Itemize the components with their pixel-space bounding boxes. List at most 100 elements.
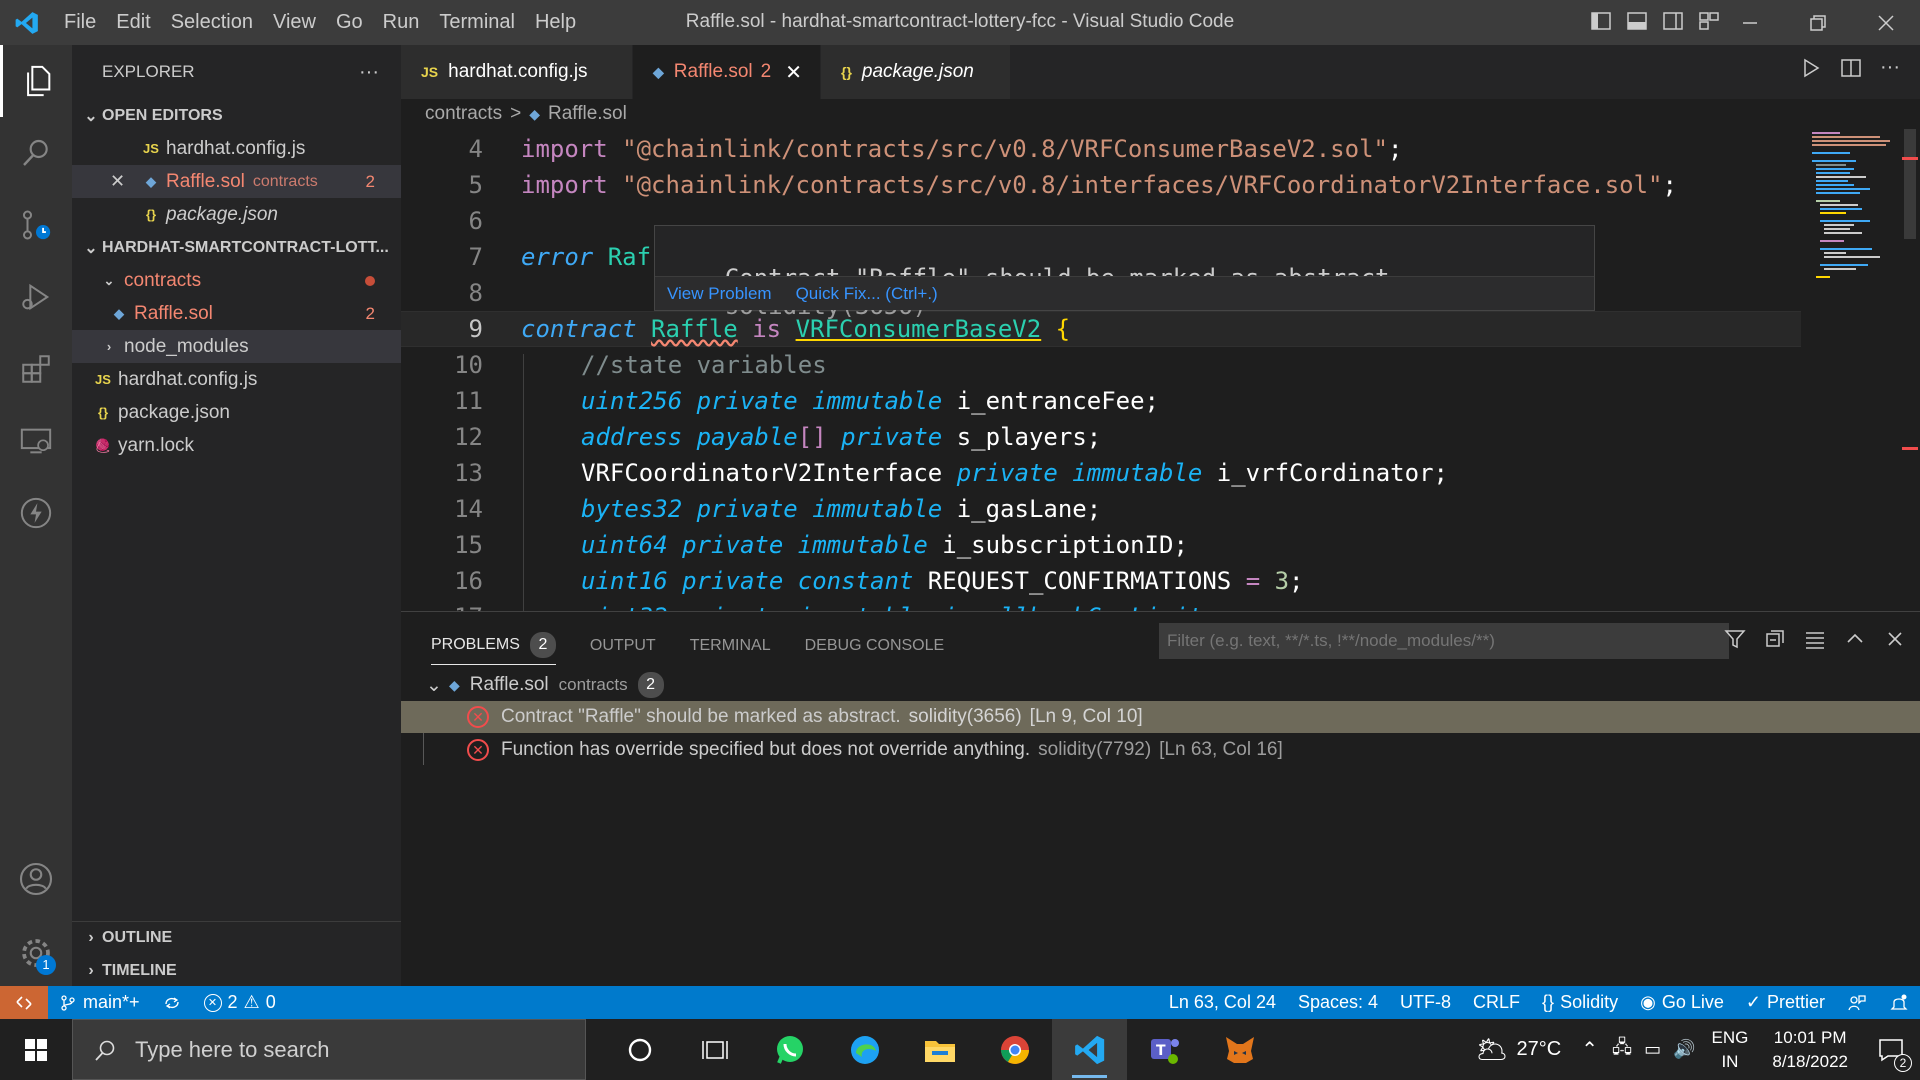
thunder-client-activity[interactable]: [0, 477, 72, 549]
menu-run[interactable]: Run: [373, 11, 430, 34]
language-mode[interactable]: {} Solidity: [1531, 992, 1629, 1013]
problem-item[interactable]: ✕ Function has override specified but do…: [401, 734, 1920, 766]
explorer-activity[interactable]: [0, 45, 72, 117]
run-icon[interactable]: [1800, 57, 1822, 79]
menu-file[interactable]: File: [54, 11, 106, 34]
quick-fix-link[interactable]: Quick Fix... (Ctrl+.): [796, 284, 938, 304]
clock[interactable]: 10:01 PM 8/18/2022: [1758, 1026, 1862, 1074]
view-as-list-icon[interactable]: [1804, 628, 1826, 650]
encoding[interactable]: UTF-8: [1389, 992, 1462, 1013]
toggle-panel-icon[interactable]: [1626, 10, 1648, 32]
teams-app[interactable]: T: [1127, 1019, 1202, 1080]
menu-help[interactable]: Help: [525, 11, 586, 34]
weather-widget[interactable]: 🌥 27°C: [1464, 1034, 1574, 1065]
more-actions-icon[interactable]: ···: [1880, 57, 1900, 79]
json-file-icon: {}: [841, 64, 852, 80]
chevron-up-icon[interactable]: ⌃: [1573, 1037, 1606, 1062]
close-window-button[interactable]: [1852, 0, 1920, 45]
problems-indicator[interactable]: ✕ 2 ⚠ 0: [193, 992, 287, 1013]
minimap[interactable]: [1810, 129, 1900, 299]
project-header[interactable]: ⌄ HARDHAT-SMARTCONTRACT-LOTT...: [72, 231, 401, 264]
tab-debug-console[interactable]: DEBUG CONSOLE: [805, 637, 945, 655]
outline-header[interactable]: › OUTLINE: [72, 921, 401, 954]
taskbar-search[interactable]: Type here to search: [72, 1019, 586, 1080]
tree-folder-node-modules[interactable]: › node_modules: [72, 330, 401, 363]
sync-indicator[interactable]: [151, 994, 193, 1012]
tab-hardhat-config[interactable]: JS hardhat.config.js: [401, 45, 633, 99]
open-editor-raffle[interactable]: ✕ ◆ Raffle.sol contracts 2: [72, 165, 401, 198]
timeline-header[interactable]: › TIMELINE: [72, 954, 401, 987]
split-editor-icon[interactable]: [1840, 57, 1862, 79]
breadcrumb-file[interactable]: Raffle.sol: [548, 103, 627, 125]
menu-terminal[interactable]: Terminal: [429, 11, 525, 34]
collapse-all-icon[interactable]: [1764, 628, 1786, 650]
branch-indicator[interactable]: main*+: [48, 992, 151, 1013]
whatsapp-app[interactable]: [752, 1019, 827, 1080]
tree-file-hardhat-config[interactable]: JS hardhat.config.js: [72, 363, 401, 396]
tab-terminal[interactable]: TERMINAL: [690, 637, 771, 655]
problems-file-group[interactable]: ⌄ ◆ Raffle.sol contracts 2: [419, 669, 664, 701]
file-explorer-app[interactable]: [902, 1019, 977, 1080]
chevron-down-icon: ⌄: [103, 272, 115, 288]
edge-app[interactable]: [827, 1019, 902, 1080]
notification-center-button[interactable]: 2: [1862, 1019, 1920, 1080]
tab-problems[interactable]: PROBLEMS 2: [431, 632, 556, 665]
search-activity[interactable]: [0, 117, 72, 189]
toggle-secondary-sidebar-icon[interactable]: [1662, 10, 1684, 32]
vscode-app[interactable]: [1052, 1019, 1127, 1080]
close-editor-icon[interactable]: ✕: [110, 171, 140, 192]
problems-filter-input[interactable]: [1159, 623, 1729, 659]
extensions-activity[interactable]: [0, 333, 72, 405]
line-ending[interactable]: CRLF: [1462, 992, 1531, 1013]
tree-folder-contracts[interactable]: ⌄ contracts: [72, 264, 401, 297]
menu-edit[interactable]: Edit: [106, 11, 160, 34]
volume-icon[interactable]: 🔊: [1667, 1039, 1701, 1060]
tree-file-raffle[interactable]: ◆ Raffle.sol 2: [72, 297, 401, 330]
metamask-app[interactable]: [1202, 1019, 1277, 1080]
prettier-button[interactable]: ✓ Prettier: [1735, 992, 1836, 1013]
tree-file-yarn-lock[interactable]: 🧶 yarn.lock: [72, 429, 401, 462]
language-indicator[interactable]: ENG IN: [1702, 1026, 1759, 1074]
accounts-activity[interactable]: [0, 843, 72, 915]
tab-raffle[interactable]: ◆ Raffle.sol 2 ✕: [633, 45, 821, 99]
view-problem-link[interactable]: View Problem: [667, 284, 772, 304]
chrome-app[interactable]: [977, 1019, 1052, 1080]
toggle-primary-sidebar-icon[interactable]: [1590, 10, 1612, 32]
indentation[interactable]: Spaces: 4: [1287, 992, 1389, 1013]
notifications-button[interactable]: [1878, 993, 1920, 1013]
menu-selection[interactable]: Selection: [161, 11, 263, 34]
menu-view[interactable]: View: [263, 11, 326, 34]
manage-activity[interactable]: 1: [0, 917, 72, 989]
remote-explorer-activity[interactable]: [0, 405, 72, 477]
problem-item[interactable]: ✕ Contract "Raffle" should be marked as …: [401, 701, 1920, 733]
cursor-position[interactable]: Ln 63, Col 24: [1158, 992, 1287, 1013]
task-view-button[interactable]: [677, 1019, 752, 1080]
maximize-panel-icon[interactable]: [1844, 628, 1866, 650]
go-live-button[interactable]: ◉ Go Live: [1629, 992, 1735, 1013]
tab-package-json[interactable]: {} package.json: [821, 45, 1011, 99]
menu-go[interactable]: Go: [326, 11, 373, 34]
close-panel-icon[interactable]: [1884, 628, 1906, 650]
open-editor-hardhat-config[interactable]: JS hardhat.config.js: [72, 132, 401, 165]
tree-file-package-json[interactable]: {} package.json: [72, 396, 401, 429]
cortana-button[interactable]: [602, 1019, 677, 1080]
feedback-button[interactable]: [1836, 993, 1878, 1013]
more-actions-icon[interactable]: ···: [359, 61, 379, 84]
start-button[interactable]: [0, 1019, 72, 1080]
remote-indicator[interactable]: [0, 986, 48, 1019]
open-editors-header[interactable]: ⌄ OPEN EDITORS: [72, 99, 401, 132]
network-icon[interactable]: 🖧: [1606, 1035, 1638, 1065]
battery-icon[interactable]: ▭: [1638, 1039, 1667, 1060]
operator: =: [1245, 567, 1261, 595]
filter-icon[interactable]: [1724, 628, 1746, 650]
run-debug-activity[interactable]: [0, 261, 72, 333]
restore-button[interactable]: [1784, 0, 1852, 45]
tab-output[interactable]: OUTPUT: [590, 637, 656, 655]
close-tab-icon[interactable]: ✕: [785, 60, 802, 85]
editor-scrollbar[interactable]: [1900, 129, 1920, 611]
breadcrumb-folder[interactable]: contracts: [425, 103, 502, 125]
minimize-button[interactable]: [1716, 0, 1784, 45]
code-editor[interactable]: 4 import "@chainlink/contracts/src/v0.8/…: [401, 129, 1920, 611]
source-control-activity[interactable]: [0, 189, 72, 261]
open-editor-package-json[interactable]: {} package.json: [72, 198, 401, 231]
